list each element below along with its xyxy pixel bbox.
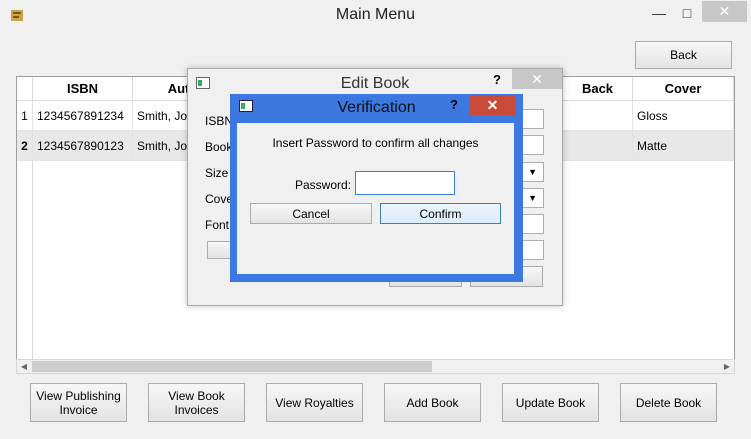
table-cell-back[interactable] <box>563 101 633 131</box>
cancel-button[interactable]: Cancel <box>250 203 372 224</box>
scrollbar-thumb[interactable] <box>32 361 432 372</box>
column-header-isbn[interactable]: ISBN <box>33 77 133 101</box>
view-publishing-invoice-button[interactable]: View Publishing Invoice <box>30 383 127 422</box>
font-label: Font <box>205 218 230 232</box>
update-book-button[interactable]: Update Book <box>502 383 599 422</box>
table-cell-cover[interactable]: Matte <box>633 131 734 161</box>
confirm-button[interactable]: Confirm <box>380 203 501 224</box>
column-header-back[interactable]: Back <box>563 77 633 101</box>
minimize-icon[interactable]: — <box>648 4 670 24</box>
cover-label: Cove <box>205 192 234 206</box>
scroll-right-icon[interactable]: ▶ <box>721 361 733 372</box>
add-book-button[interactable]: Add Book <box>384 383 481 422</box>
isbn-label: ISBN <box>205 114 234 128</box>
view-royalties-button[interactable]: View Royalties <box>266 383 363 422</box>
table-cell-isbn[interactable]: 1234567891234 <box>33 101 133 131</box>
row-header-column <box>17 161 33 359</box>
table-cell-back[interactable] <box>563 131 633 161</box>
main-window-title: Main Menu <box>335 6 416 23</box>
view-book-invoices-button[interactable]: View Book Invoices <box>148 383 245 422</box>
size-label: Size <box>205 166 229 180</box>
delete-book-button[interactable]: Delete Book <box>620 383 717 422</box>
verification-close-button[interactable]: ✕ <box>470 95 515 115</box>
password-input[interactable] <box>355 171 455 195</box>
main-close-button[interactable]: ✕ <box>702 1 747 22</box>
password-label: Password: <box>295 178 352 192</box>
book-label: Book <box>205 140 233 154</box>
help-icon[interactable]: ? <box>487 72 507 90</box>
row-number[interactable]: 2 <box>17 131 33 161</box>
dialog-icon <box>196 77 210 89</box>
help-icon[interactable]: ? <box>445 97 463 115</box>
table-corner <box>17 77 33 101</box>
verification-message: Insert Password to confirm all changes <box>272 136 479 150</box>
back-button[interactable]: Back <box>635 41 732 69</box>
maximize-icon[interactable]: □ <box>676 4 698 24</box>
row-number[interactable]: 1 <box>17 101 33 131</box>
scroll-left-icon[interactable]: ◀ <box>18 361 30 372</box>
edit-close-button[interactable]: ✕ <box>512 69 562 89</box>
column-header-cover[interactable]: Cover <box>633 77 734 101</box>
dialog-icon <box>239 100 253 112</box>
table-cell-cover[interactable]: Gloss <box>633 101 734 131</box>
table-cell-isbn[interactable]: 1234567890123 <box>33 131 133 161</box>
